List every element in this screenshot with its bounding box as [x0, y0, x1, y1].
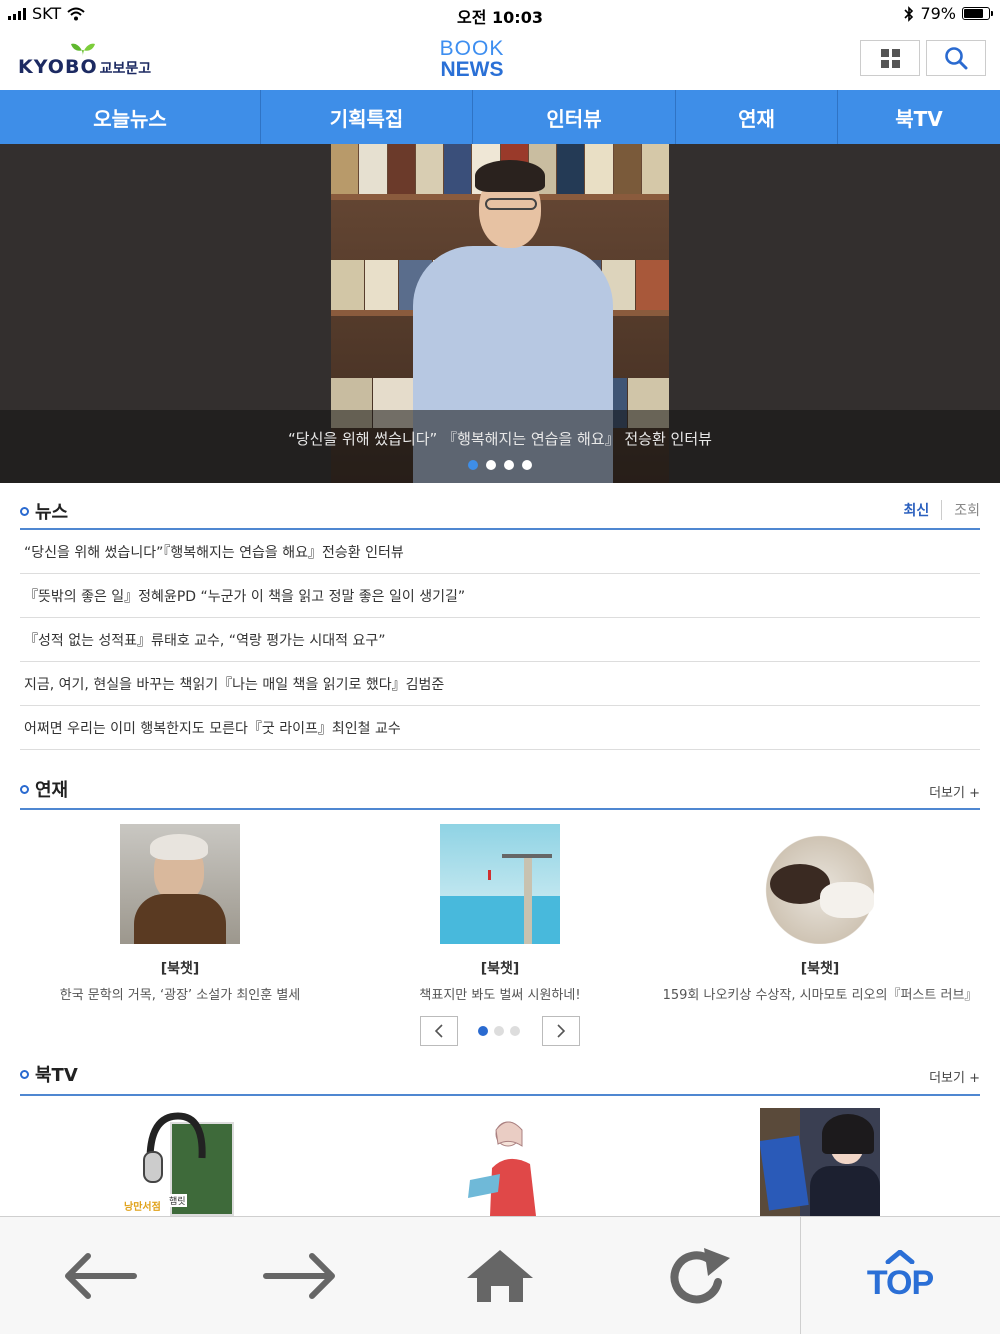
home-icon [467, 1250, 533, 1302]
hero-dot[interactable] [486, 460, 496, 470]
status-right: 79% [904, 4, 993, 23]
hero-banner[interactable]: “당신을 위해 썼습니다” 『행복해지는 연습을 해요』 전승환 인터뷰 [0, 144, 1000, 483]
serial-card-desc: 책표지만 봐도 벌써 시원하네! [419, 988, 581, 1003]
app-header: KYOBO 교보문고 BOOK NEWS [0, 28, 1000, 90]
kyobo-logo[interactable]: KYOBO 교보문고 [18, 38, 151, 83]
kyobo-logo-en: KYOBO [18, 56, 98, 78]
top-label: TOP [866, 1263, 934, 1302]
nav-today-news[interactable]: 오늘뉴스 [0, 90, 261, 144]
clock: 오전 10:03 [457, 8, 543, 27]
chevron-up-icon [885, 1249, 915, 1264]
booktv-more-link[interactable]: 더보기 + [929, 1067, 980, 1086]
bluetooth-icon [904, 5, 914, 22]
pager-prev-button[interactable] [420, 1016, 458, 1046]
pager-dot[interactable] [478, 1026, 488, 1036]
kyobo-logo-text: KYOBO 교보문고 [18, 56, 151, 78]
news-item[interactable]: 『뜻밖의 좋은 일』정혜윤PD “누군가 이 책을 읽고 정말 좋은 일이 생기… [20, 574, 980, 618]
news-list: “당신을 위해 썼습니다”『행복해지는 연습을 해요』전승환 인터뷰 『뜻밖의 … [20, 530, 980, 750]
bullet-ring-icon [20, 1069, 29, 1079]
hero-caption[interactable]: “당신을 위해 썼습니다” 『행복해지는 연습을 해요』 전승환 인터뷰 [0, 428, 1000, 449]
scroll-top-button[interactable]: TOP [800, 1217, 1000, 1334]
chevron-left-icon [434, 1024, 443, 1038]
booktv-title-text: 북TV [35, 1065, 78, 1086]
news-sort-tabs: 최신 조회 [903, 500, 980, 520]
serial-card-desc: 한국 문학의 거목, ‘광장’ 소설가 최인훈 별세 [59, 988, 301, 1003]
booktv-thumb-title: 낭만서점 [124, 1202, 161, 1213]
sort-latest-tab[interactable]: 최신 [903, 500, 941, 520]
serial-card[interactable]: [북챗] 159회 나오키상 수상작, 시마모토 리오의『퍼스트 러브』 [660, 824, 980, 1003]
serial-card[interactable]: [북챗] 한국 문학의 거목, ‘광장’ 소설가 최인훈 별세 [20, 824, 340, 1003]
serial-card-tag: [북챗] [160, 961, 200, 977]
booktv-thumb[interactable] [440, 1108, 560, 1216]
arrow-right-icon [263, 1253, 335, 1299]
booknews-logo-line1: BOOK [439, 37, 505, 60]
serial-card[interactable]: [북챗] 책표지만 봐도 벌써 시원하네! [340, 824, 660, 1003]
serial-more-link[interactable]: 더보기 + [929, 782, 980, 801]
pager-dots [478, 1026, 520, 1036]
status-bar: SKT 오전 10:03 79% [0, 0, 1000, 28]
sort-views-tab[interactable]: 조회 [942, 500, 980, 520]
booktv-section-divider [20, 1094, 980, 1096]
refresh-icon [670, 1248, 730, 1304]
browser-toolbar: TOP [0, 1216, 1000, 1334]
booknews-logo[interactable]: BOOK NEWS [437, 38, 507, 80]
hero-pagination [0, 460, 1000, 470]
serial-card-desc: 159회 나오키상 수상작, 시마모토 리오의『퍼스트 러브』 [662, 988, 978, 1003]
pager-dot[interactable] [510, 1026, 520, 1036]
nav-interview[interactable]: 인터뷰 [473, 90, 676, 144]
hero-dot[interactable] [522, 460, 532, 470]
serial-card-thumb [440, 824, 560, 944]
search-button[interactable] [926, 40, 986, 76]
search-icon [945, 47, 968, 70]
booktv-thumb[interactable] [760, 1108, 880, 1216]
serial-section-divider [20, 808, 980, 810]
serial-card-tag: [북챗] [800, 961, 840, 977]
news-item[interactable]: 지금, 여기, 현실을 바꾸는 책읽기『나는 매일 책을 읽기로 했다』김범준 [20, 662, 980, 706]
booktv-thumb[interactable]: 낭만서점 햄릿 [120, 1108, 240, 1216]
news-section-title: 뉴스 [20, 498, 68, 524]
news-item[interactable]: “당신을 위해 썼습니다”『행복해지는 연습을 해요』전승환 인터뷰 [20, 530, 980, 574]
hero-dot[interactable] [504, 460, 514, 470]
serial-title-text: 연재 [35, 780, 69, 801]
kyobo-leaf-icon [71, 43, 95, 56]
booknews-logo-line2: NEWS [440, 58, 504, 81]
grid-menu-icon [880, 48, 900, 68]
serial-card-tag: [북챗] [480, 961, 520, 977]
forward-button[interactable] [200, 1217, 400, 1334]
nav-book-tv[interactable]: 북TV [838, 90, 1000, 144]
illustration-reading-woman [468, 1121, 536, 1216]
battery-fill [964, 9, 983, 18]
person-glasses [485, 198, 537, 210]
serial-card-thumb [760, 824, 880, 944]
news-item[interactable]: 『성적 없는 성적표』류태호 교수, “역랑 평가는 시대적 요구” [20, 618, 980, 662]
main-nav: 오늘뉴스 기획특집 인터뷰 연재 북TV [0, 90, 1000, 144]
serial-section-title: 연재 [20, 776, 68, 802]
battery-label: 79% [920, 4, 956, 23]
person-hair [475, 160, 545, 192]
nav-special-feature[interactable]: 기획특집 [261, 90, 473, 144]
serial-card-thumb [120, 824, 240, 944]
booktv-thumb-badge: 햄릿 [168, 1194, 187, 1207]
pager-next-button[interactable] [542, 1016, 580, 1046]
back-button[interactable] [0, 1217, 200, 1334]
bullet-ring-icon [20, 784, 29, 794]
chevron-right-icon [557, 1024, 566, 1038]
kyobo-logo-kr: 교보문고 [99, 61, 152, 77]
headphones-icon [143, 1112, 206, 1183]
pager-dot[interactable] [494, 1026, 504, 1036]
bullet-ring-icon [20, 506, 29, 516]
news-title-text: 뉴스 [35, 502, 69, 523]
news-item[interactable]: 어쩌면 우리는 이미 행복한지도 모른다『굿 라이프』최인철 교수 [20, 706, 980, 750]
menu-button[interactable] [860, 40, 920, 76]
hero-dot[interactable] [468, 460, 478, 470]
nav-serial[interactable]: 연재 [676, 90, 838, 144]
arrow-left-icon [65, 1253, 137, 1299]
battery-icon [962, 7, 993, 20]
refresh-button[interactable] [600, 1217, 800, 1334]
home-button[interactable] [400, 1217, 600, 1334]
serial-pager [420, 1016, 580, 1046]
booktv-section-title: 북TV [20, 1061, 78, 1087]
